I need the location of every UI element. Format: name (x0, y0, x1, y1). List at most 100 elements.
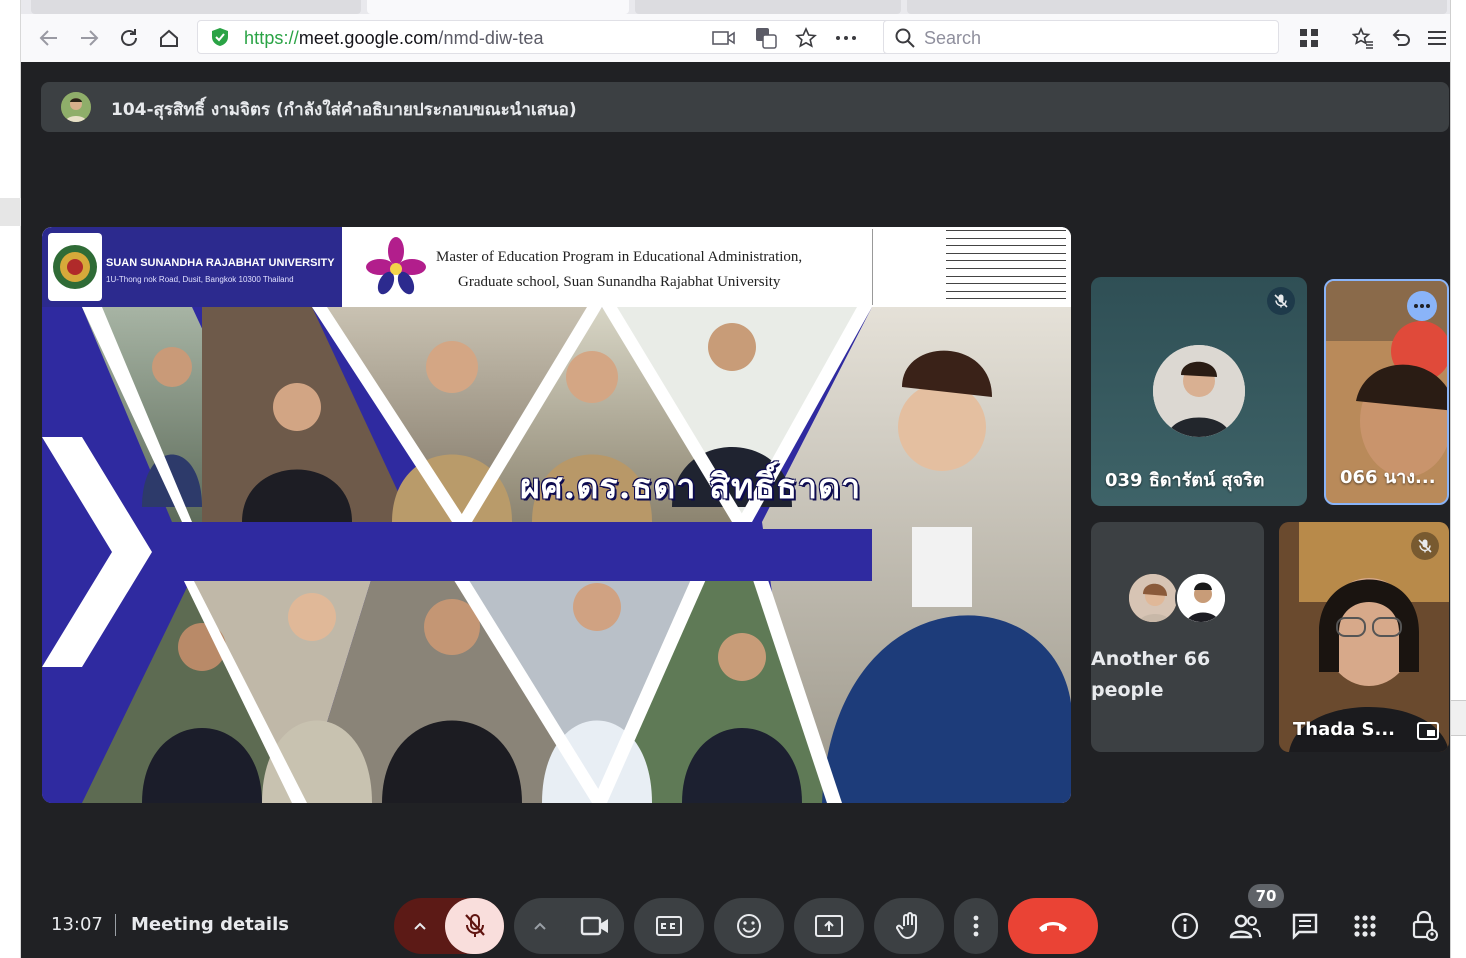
raise-hand-button[interactable] (874, 898, 944, 954)
presenter-text: 104-สุรสิทธิ์ งามจิตร (กำลังใส่คำอธิบายป… (111, 100, 577, 120)
back-arrow-icon (39, 30, 57, 46)
time-divider (115, 914, 116, 936)
slide-title-strip (172, 529, 872, 581)
tab-strip (21, 0, 1450, 14)
emoji-icon (737, 914, 761, 938)
closed-captions-icon (656, 916, 682, 936)
captions-button[interactable] (634, 898, 704, 954)
screen: https://meet.google.com/nmd-diw-tea Sear… (0, 0, 1466, 958)
hang-up-icon (1039, 922, 1067, 932)
university-name: SUAN SUNANDHA RAJABHAT UNIVERSITY (106, 257, 335, 269)
shared-presentation[interactable]: SUAN SUNANDHA RAJABHAT UNIVERSITY 1U-Tho… (42, 227, 1071, 803)
slide-title: ผศ.ดร.ธดา สิทธิ์ธาดา (520, 467, 862, 507)
participant-name: 039 ธิดารัตน์ สุจริต (1105, 470, 1265, 491)
more-options-icon[interactable] (1407, 291, 1437, 321)
meeting-time: 13:07 (51, 914, 103, 935)
tab-meet[interactable] (367, 0, 629, 14)
tab-1[interactable] (31, 0, 361, 14)
camera-toggle-button[interactable] (565, 898, 624, 954)
meeting-info-button[interactable] (1169, 910, 1201, 942)
program-line-1: Master of Education Program in Education… (436, 249, 803, 265)
people-icon (1229, 914, 1261, 939)
participant-tile-1[interactable]: 039 ธิดารัตน์ สุจริต (1091, 277, 1307, 506)
camera-icon (580, 916, 608, 936)
photo-collage (42, 307, 1071, 803)
apps-grid-icon (1354, 915, 1376, 937)
presenter-avatar (61, 92, 91, 122)
others-avatar-1 (1127, 572, 1179, 624)
chat-icon (1292, 913, 1318, 940)
orchid-logo-icon (366, 237, 426, 295)
shield-check-icon (212, 28, 228, 46)
present-screen-button[interactable] (794, 898, 864, 954)
forward-button[interactable] (75, 24, 103, 52)
participant-name: Thada S... (1293, 719, 1396, 740)
search-icon (895, 28, 915, 48)
forward-arrow-icon (81, 30, 99, 46)
url-text: https://meet.google.com/nmd-diw-tea (244, 28, 544, 48)
pip-icon[interactable] (1417, 722, 1439, 740)
participant-tile-2[interactable]: 066 นาง... (1324, 279, 1449, 505)
participant-avatar (1153, 345, 1245, 437)
reload-button[interactable] (115, 24, 143, 52)
others-avatar-2 (1175, 572, 1227, 624)
hand-icon (896, 912, 917, 940)
reactions-button[interactable] (714, 898, 784, 954)
home-icon (160, 29, 178, 47)
more-actions-icon[interactable] (834, 27, 858, 49)
more-vert-icon (973, 915, 979, 937)
participant-tile-4[interactable]: Thada S... (1279, 522, 1449, 752)
university-banner: SUAN SUNANDHA RAJABHAT UNIVERSITY 1U-Tho… (42, 227, 342, 307)
search-bar[interactable]: Search (883, 20, 1279, 54)
leave-call-button[interactable] (1008, 898, 1098, 954)
more-options-button[interactable] (954, 898, 998, 954)
camera-permission-icon[interactable] (712, 27, 736, 49)
present-screen-icon (815, 915, 843, 937)
people-count-badge: 70 (1248, 884, 1284, 908)
meet-window: 104-สุรสิทธิ์ งามจิตร (กำลังใส่คำอธิบายป… (21, 62, 1450, 958)
presenter-banner: 104-สุรสิทธิ์ งามจิตร (กำลังใส่คำอธิบายป… (41, 82, 1449, 132)
address-bar[interactable]: https://meet.google.com/nmd-diw-tea (197, 20, 891, 54)
others-tile[interactable]: Another 66 people (1091, 522, 1264, 752)
audio-options-button[interactable] (394, 898, 446, 954)
search-input[interactable]: Search (924, 28, 981, 49)
mic-off-icon (464, 914, 485, 937)
chat-button[interactable] (1289, 910, 1321, 942)
header-divider (872, 229, 873, 305)
student-name-list (944, 227, 1071, 307)
program-line-2: Graduate school, Suan Sunandha Rajabhat … (458, 274, 781, 290)
mic-off-icon (1267, 287, 1295, 315)
nav-toolbar: https://meet.google.com/nmd-diw-tea Sear… (21, 14, 1450, 62)
menu-icon[interactable] (1423, 24, 1451, 52)
camera-control-group (514, 898, 624, 954)
undo-icon[interactable] (1387, 24, 1415, 52)
browser-chrome: https://meet.google.com/nmd-diw-tea Sear… (21, 0, 1450, 62)
translate-icon[interactable] (754, 27, 778, 49)
tab-3[interactable] (635, 0, 901, 14)
lock-person-icon (1412, 911, 1438, 941)
home-button[interactable] (155, 24, 183, 52)
grid-apps-icon[interactable] (1295, 24, 1323, 52)
others-count-label: Another 66 people (1091, 648, 1211, 701)
participant-name: 066 นาง... (1340, 467, 1436, 488)
mic-control-group (394, 898, 504, 954)
people-button[interactable] (1229, 910, 1261, 942)
slide-header: SUAN SUNANDHA RAJABHAT UNIVERSITY 1U-Tho… (42, 227, 1071, 307)
back-button[interactable] (35, 24, 63, 52)
meeting-details-link[interactable]: Meeting details (131, 914, 289, 935)
tab-4[interactable] (907, 0, 1447, 14)
university-address: 1U-Thong nok Road, Dusit, Bangkok 10300 … (106, 275, 294, 284)
background-window-edge (0, 0, 21, 958)
chevron-up-icon (414, 922, 426, 930)
favorites-icon[interactable] (1349, 24, 1377, 52)
mic-toggle-button[interactable] (445, 898, 504, 954)
university-seal-icon (48, 233, 102, 301)
mic-off-icon (1411, 532, 1439, 560)
activities-button[interactable] (1349, 910, 1381, 942)
video-options-button[interactable] (514, 898, 566, 954)
reload-icon (121, 29, 137, 46)
info-icon (1171, 912, 1199, 940)
host-controls-button[interactable] (1409, 910, 1441, 942)
bookmark-star-icon[interactable] (794, 27, 818, 49)
background-window-edge-right (1450, 0, 1466, 958)
